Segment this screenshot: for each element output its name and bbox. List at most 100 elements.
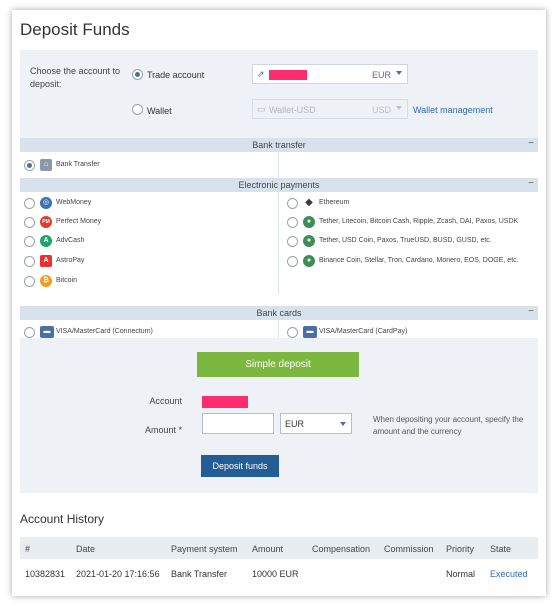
chevron-down-icon bbox=[340, 422, 346, 426]
history-table-header: # Date Payment system Amount Compensatio… bbox=[20, 537, 538, 559]
chevron-down-icon bbox=[396, 71, 402, 75]
section-title: Bank cards bbox=[256, 308, 302, 318]
electronic-section-header[interactable]: Electronic payments − bbox=[20, 178, 538, 192]
bank-transfer-section: ⌂ Bank Transfer bbox=[20, 152, 538, 178]
trade-account-label[interactable]: Trade account bbox=[147, 70, 204, 80]
advcash-icon: A bbox=[40, 235, 52, 247]
cell-payment-system: Bank Transfer bbox=[171, 569, 228, 579]
perfect-money-icon: PM bbox=[40, 216, 52, 228]
altcoin-icon: ● bbox=[303, 255, 315, 267]
wallet-radio[interactable] bbox=[132, 104, 143, 115]
wallet-currency: USD bbox=[371, 105, 391, 115]
method-radio[interactable] bbox=[24, 276, 35, 287]
page-title: Deposit Funds bbox=[20, 20, 130, 39]
column-header: Date bbox=[76, 544, 96, 554]
wallet-label[interactable]: Wallet bbox=[147, 106, 172, 116]
method-altcoins[interactable]: ● Binance Coin, Stellar, Tron, Cardano, … bbox=[287, 254, 537, 270]
deposit-panel: Simple deposit Account Amount * EUR When… bbox=[20, 338, 538, 493]
cell-state[interactable]: Executed bbox=[490, 569, 528, 579]
column-header: Payment system bbox=[171, 544, 238, 554]
trade-account-select[interactable]: ⇗ EUR bbox=[252, 64, 408, 84]
method-radio[interactable] bbox=[24, 217, 35, 228]
collapse-icon[interactable]: − bbox=[528, 177, 534, 191]
webmoney-icon: ◎ bbox=[40, 197, 52, 209]
trade-account-currency: EUR bbox=[371, 70, 391, 80]
method-bitcoin[interactable]: ₿ Bitcoin bbox=[24, 274, 264, 290]
method-label: Tether, USD Coin, Paxos, TrueUSD, BUSD, … bbox=[319, 237, 492, 244]
method-radio[interactable] bbox=[24, 327, 35, 338]
chevron-down-icon bbox=[396, 106, 402, 110]
method-radio[interactable] bbox=[287, 217, 298, 228]
section-title: Electronic payments bbox=[238, 180, 320, 190]
method-radio[interactable] bbox=[287, 327, 298, 338]
column-divider bbox=[278, 192, 279, 294]
amount-label: Amount * bbox=[144, 425, 182, 435]
stablecoin-icon: ● bbox=[303, 235, 315, 247]
ethereum-icon: ◆ bbox=[303, 197, 315, 209]
column-header: Amount bbox=[252, 544, 284, 554]
currency-select[interactable]: EUR bbox=[280, 413, 352, 434]
column-header: Priority bbox=[446, 544, 475, 554]
method-radio[interactable] bbox=[24, 160, 35, 171]
method-label: VISA/MasterCard (Connectum) bbox=[56, 328, 153, 335]
cell-priority: Normal bbox=[446, 569, 476, 579]
column-header: Commission bbox=[384, 544, 434, 554]
deposit-hint: When depositing your account, specify th… bbox=[373, 415, 524, 436]
collapse-icon[interactable]: − bbox=[528, 305, 534, 319]
method-label: Bank Transfer bbox=[56, 161, 100, 168]
method-label: Bitcoin bbox=[56, 277, 78, 284]
method-radio[interactable] bbox=[24, 236, 35, 247]
method-astropay[interactable]: A AstroPay bbox=[24, 254, 264, 270]
method-radio[interactable] bbox=[24, 198, 35, 209]
deposit-funds-button[interactable]: Deposit funds bbox=[201, 455, 279, 477]
method-label: Binance Coin, Stellar, Tron, Cardano, Mo… bbox=[319, 257, 519, 264]
method-label: Perfect Money bbox=[56, 218, 102, 225]
method-bank-transfer[interactable]: ⌂ Bank Transfer bbox=[24, 158, 224, 174]
cell-id: 10382831 bbox=[25, 569, 66, 579]
astropay-icon: A bbox=[40, 255, 52, 267]
wallet-management-link[interactable]: Wallet management bbox=[413, 105, 493, 115]
bank-cards-section-header[interactable]: Bank cards − bbox=[20, 306, 538, 320]
account-type-icon: ⇗ bbox=[257, 69, 265, 79]
currency-value: EUR bbox=[285, 419, 305, 429]
method-radio[interactable] bbox=[287, 236, 298, 247]
method-radio[interactable] bbox=[287, 198, 298, 209]
method-label: AdvCash bbox=[56, 237, 85, 244]
cell-amount: 10000 EUR bbox=[252, 569, 299, 579]
electronic-section: ◎ WebMoney PM Perfect Money A AdvCash A … bbox=[20, 192, 538, 294]
method-label: Tether, Litecoin, Bitcoin Cash, Ripple, … bbox=[319, 218, 519, 225]
method-label: AstroPay bbox=[56, 257, 85, 264]
wallet-select-value: Wallet-USD bbox=[269, 105, 316, 115]
card-icon: ▬ bbox=[303, 326, 317, 338]
simple-deposit-button[interactable]: Simple deposit bbox=[197, 352, 359, 377]
amount-input[interactable] bbox=[202, 413, 274, 434]
bitcoin-icon: ₿ bbox=[40, 275, 52, 287]
wallet-icon: ▭ bbox=[257, 104, 266, 114]
column-header: Compensation bbox=[312, 544, 371, 554]
choose-account-label: Choose the account to deposit: bbox=[30, 66, 121, 89]
method-stablecoins[interactable]: ● Tether, USD Coin, Paxos, TrueUSD, BUSD… bbox=[287, 234, 537, 250]
table-row[interactable]: 10382831 2021-01-20 17:16:56 Bank Transf… bbox=[20, 559, 538, 589]
section-title: Bank transfer bbox=[252, 140, 306, 150]
method-crypto-multi[interactable]: ● Tether, Litecoin, Bitcoin Cash, Ripple… bbox=[287, 215, 537, 231]
redacted-account-number bbox=[269, 70, 307, 80]
method-radio[interactable] bbox=[24, 256, 35, 267]
method-label: WebMoney bbox=[56, 199, 92, 206]
bank-transfer-section-header[interactable]: Bank transfer − bbox=[20, 138, 538, 152]
method-ethereum[interactable]: ◆ Ethereum bbox=[287, 196, 537, 212]
trade-account-radio[interactable] bbox=[132, 69, 143, 80]
wallet-select[interactable]: ▭ Wallet-USD USD bbox=[252, 99, 408, 119]
method-radio[interactable] bbox=[287, 256, 298, 267]
crypto-multi-icon: ● bbox=[303, 216, 315, 228]
bank-transfer-icon: ⌂ bbox=[40, 159, 52, 171]
method-advcash[interactable]: A AdvCash bbox=[24, 234, 264, 250]
method-perfect-money[interactable]: PM Perfect Money bbox=[24, 215, 264, 231]
method-webmoney[interactable]: ◎ WebMoney bbox=[24, 196, 264, 212]
column-header: State bbox=[490, 544, 512, 554]
collapse-icon[interactable]: − bbox=[528, 137, 534, 151]
redacted-account-number bbox=[202, 396, 248, 408]
column-divider bbox=[278, 152, 279, 178]
cell-date: 2021-01-20 17:16:56 bbox=[76, 569, 160, 579]
deposit-window: Deposit Funds Choose the account to depo… bbox=[12, 10, 546, 596]
account-history-title: Account History bbox=[20, 512, 105, 526]
